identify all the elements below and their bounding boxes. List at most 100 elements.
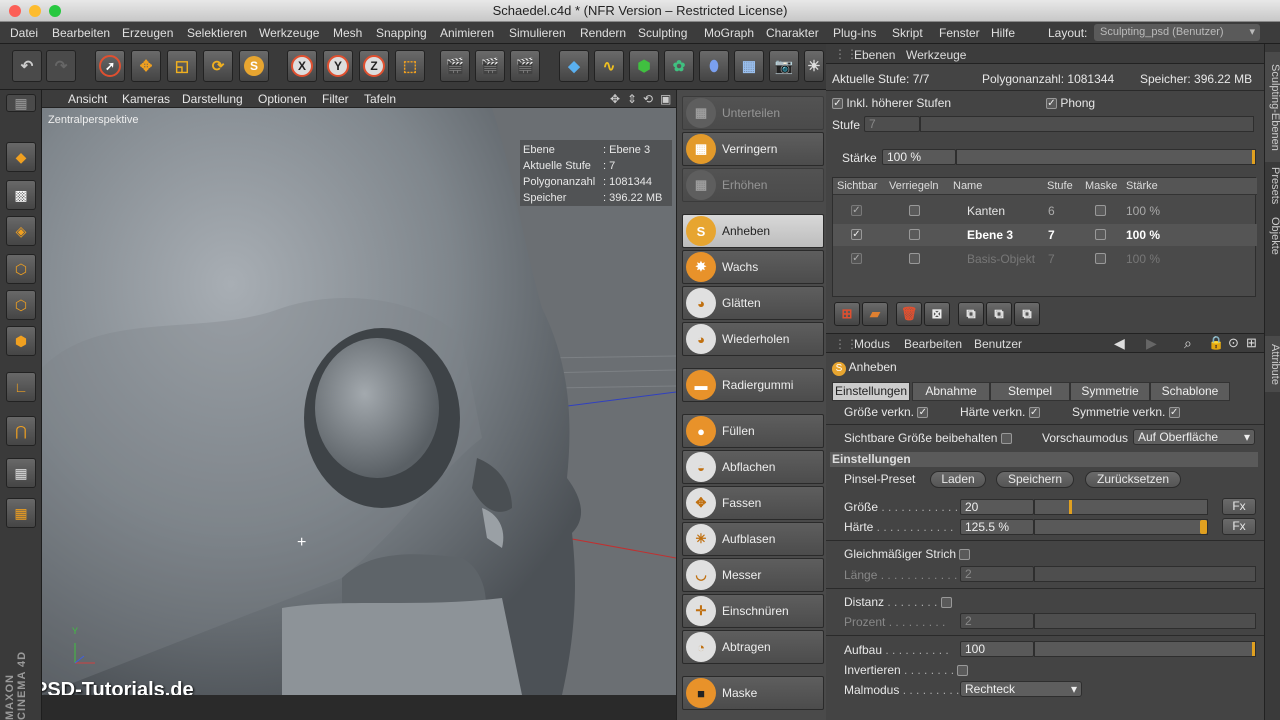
menu-rendern[interactable]: Rendern	[580, 26, 626, 40]
menu-hilfe[interactable]: Hilfe	[991, 26, 1015, 40]
x-axis-lock-icon[interactable]: X	[287, 50, 317, 82]
size-slider-handle[interactable]	[1069, 500, 1073, 514]
add-layer-icon[interactable]: ⊞	[834, 302, 860, 326]
menu-erzeugen[interactable]: Erzeugen	[122, 26, 173, 40]
move-tool-icon[interactable]: ✥	[131, 50, 161, 82]
layer-visible-checkbox[interactable]: ✓	[851, 253, 862, 264]
grid-snap-icon[interactable]: ▦	[6, 498, 36, 528]
undo-icon[interactable]: ↶	[12, 50, 42, 82]
col-level[interactable]: Stufe	[1047, 180, 1073, 192]
hardness-slider[interactable]	[1034, 519, 1208, 535]
axis-mode-icon[interactable]: ∟	[6, 372, 36, 402]
size-link-checkbox[interactable]: Größe verkn. ✓	[844, 405, 929, 419]
attr-menu-bearbeiten[interactable]: Bearbeiten	[904, 337, 962, 351]
keep-visible-size-checkbox[interactable]: Sichtbare Größe beibehalten	[844, 431, 1012, 445]
viewport-rotate-icon[interactable]: ⟲	[643, 92, 653, 106]
brush-wachs-button[interactable]: ✸ Wachs	[682, 250, 824, 284]
menu-skript[interactable]: Skript	[892, 26, 923, 40]
size-fx-button[interactable]: Fx	[1222, 498, 1256, 515]
phong-checkbox[interactable]: ✓ Phong	[1046, 96, 1095, 110]
menu-simulieren[interactable]: Simulieren	[509, 26, 566, 40]
layer-mask-checkbox[interactable]	[1095, 253, 1106, 264]
size-field[interactable]: 20	[960, 499, 1034, 515]
percent-slider[interactable]	[1034, 613, 1256, 629]
layers-menu-werkzeuge[interactable]: Werkzeuge	[906, 48, 966, 62]
y-axis-lock-icon[interactable]: Y	[323, 50, 353, 82]
brush-aufblasen-button[interactable]: ✳ Aufblasen	[682, 522, 824, 556]
layer-row[interactable]: ✓ Basis-Objekt 7 100 %	[833, 248, 1257, 270]
spline-pen-icon[interactable]: ∿	[594, 50, 624, 82]
cloner-icon[interactable]: ✿	[664, 50, 694, 82]
viewport-maximize-icon[interactable]: ▣	[660, 92, 671, 106]
strength-slider-handle[interactable]	[1252, 150, 1255, 164]
points-mode-icon[interactable]: ⬡	[6, 254, 36, 284]
layer-row-selected[interactable]: ✓ Ebene 3 7 100 %	[833, 224, 1257, 246]
viewport-menu-tafeln[interactable]: Tafeln	[364, 92, 396, 106]
preview-mode-select[interactable]: Auf Oberfläche ▾	[1133, 429, 1255, 445]
render-picture-viewer-icon[interactable]: 🎬	[475, 50, 505, 82]
side-tab-presets[interactable]: Presets	[1265, 162, 1280, 210]
col-mask[interactable]: Maske	[1085, 180, 1117, 192]
snap-magnet-icon[interactable]: ⋂	[6, 416, 36, 446]
delete-layer-icon[interactable]: 🗑	[896, 302, 922, 326]
redo-icon[interactable]: ↷	[46, 50, 76, 82]
layer-lock-checkbox[interactable]	[909, 229, 920, 240]
model-mode-icon[interactable]: ◆	[6, 142, 36, 172]
tab-abnahme[interactable]: Abnahme	[912, 382, 990, 401]
menu-mesh[interactable]: Mesh	[333, 26, 362, 40]
brush-glaetten-button[interactable]: ◕ Glätten	[682, 286, 824, 320]
workplane-lock-icon[interactable]: ▦	[6, 458, 36, 488]
scale-tool-icon[interactable]: ◱	[167, 50, 197, 82]
workplane-mode-icon[interactable]: ◈	[6, 216, 36, 246]
clear-layer-icon[interactable]: ⊠	[924, 302, 950, 326]
forward-arrow-icon[interactable]: ▶	[1146, 335, 1157, 352]
layer-lock-checkbox[interactable]	[909, 253, 920, 264]
menu-animieren[interactable]: Animieren	[440, 26, 494, 40]
layer-lock-checkbox[interactable]	[909, 205, 920, 216]
size-slider[interactable]	[1034, 499, 1208, 515]
polygons-mode-icon[interactable]: ⬢	[6, 326, 36, 356]
side-tab-sculpting-layers[interactable]: Sculpting-Ebenen	[1265, 52, 1280, 162]
coordinate-system-icon[interactable]: ⬚	[395, 50, 425, 82]
symmetry-link-checkbox[interactable]: Symmetrie verkn. ✓	[1072, 405, 1180, 419]
layer-visible-checkbox[interactable]: ✓	[851, 229, 862, 240]
hardness-slider-handle[interactable]	[1200, 520, 1207, 534]
viewport-menu-filter[interactable]: Filter	[322, 92, 349, 106]
add-folder-icon[interactable]: ▰	[862, 302, 888, 326]
tab-stempel[interactable]: Stempel	[990, 382, 1070, 401]
hardness-field[interactable]: 125.5 %	[960, 519, 1034, 535]
back-arrow-icon[interactable]: ◀	[1114, 335, 1125, 352]
render-settings-icon[interactable]: 🎬	[510, 50, 540, 82]
search-icon[interactable]: ⌕	[1184, 335, 1192, 352]
menu-mograph[interactable]: MoGraph	[704, 26, 754, 40]
copy-layer-icon[interactable]: ⧉	[958, 302, 984, 326]
light-icon[interactable]: ☀	[804, 50, 824, 82]
attr-menu-benutzer[interactable]: Benutzer	[974, 337, 1022, 351]
col-visible[interactable]: Sichtbar	[837, 180, 877, 192]
tab-symmetrie[interactable]: Symmetrie	[1070, 382, 1150, 401]
tab-schablone[interactable]: Schablone	[1150, 382, 1230, 401]
percent-field[interactable]: 2	[960, 613, 1034, 629]
brush-erhoehen-button[interactable]: ▦ Erhöhen	[682, 168, 824, 202]
hardness-fx-button[interactable]: Fx	[1222, 518, 1256, 535]
menu-fenster[interactable]: Fenster	[939, 26, 980, 40]
brush-einschnueren-button[interactable]: ✛ Einschnüren	[682, 594, 824, 628]
level-field[interactable]: 7	[864, 116, 920, 132]
buildup-field[interactable]: 100	[960, 641, 1034, 657]
brush-abflachen-button[interactable]: ◒ Abflachen	[682, 450, 824, 484]
level-slider[interactable]	[920, 116, 1254, 132]
side-tab-attributes[interactable]: Attribute	[1265, 336, 1280, 392]
menu-sculpting[interactable]: Sculpting	[638, 26, 687, 40]
edges-mode-icon[interactable]: ⬡	[6, 290, 36, 320]
viewport-menu-ansicht[interactable]: Ansicht	[68, 92, 107, 106]
z-axis-lock-icon[interactable]: Z	[359, 50, 389, 82]
brush-abtragen-button[interactable]: ◔ Abtragen	[682, 630, 824, 664]
brush-verringern-button[interactable]: ▦ Verringern	[682, 132, 824, 166]
lock-icon[interactable]: 🔒	[1208, 335, 1224, 351]
rotate-tool-icon[interactable]: ⟳	[203, 50, 233, 82]
hardness-link-checkbox[interactable]: Härte verkn. ✓	[960, 405, 1040, 419]
viewport-zoom-icon[interactable]: ⇕	[627, 92, 637, 106]
save-preset-button[interactable]: Speichern	[996, 471, 1074, 488]
layout-select[interactable]: Sculpting_psd (Benutzer) ▾	[1094, 24, 1260, 41]
new-tab-icon[interactable]: ⊙	[1228, 335, 1239, 351]
